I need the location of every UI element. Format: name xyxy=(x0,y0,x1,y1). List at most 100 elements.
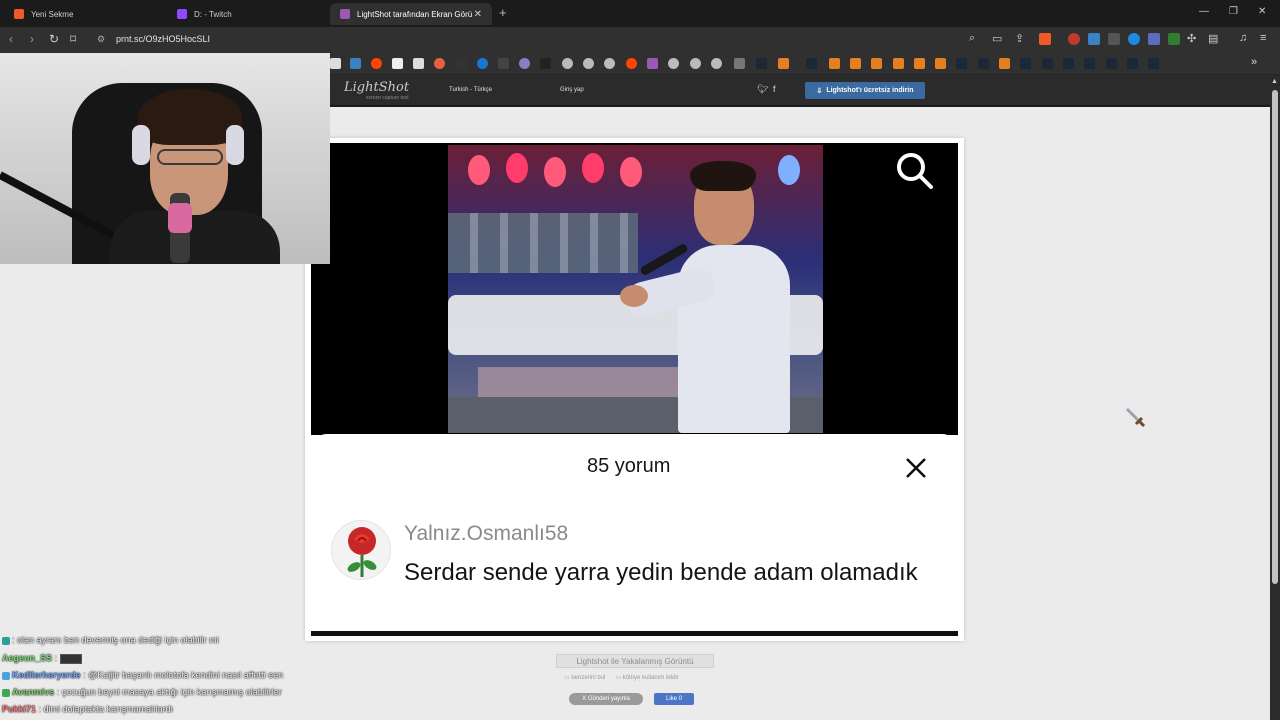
tab-bar: Yeni Sekme D: - Twitch LightShot tarafın… xyxy=(0,0,1280,27)
tab-twitch[interactable]: D: - Twitch xyxy=(167,3,327,25)
bookmark-folder-icon[interactable] xyxy=(734,58,745,69)
bookmark-icon[interactable] xyxy=(350,58,361,69)
close-icon xyxy=(906,458,926,478)
site-info-icon[interactable]: ⚙ xyxy=(97,34,105,45)
bookmark-steam-icon[interactable] xyxy=(956,58,967,69)
bookmark-icon[interactable] xyxy=(711,58,722,69)
language-selector[interactable]: Turkish - Türkçe xyxy=(449,87,492,93)
report-abuse-label: kötüye kullanım bildir xyxy=(622,675,679,681)
scrollbar-thumb[interactable] xyxy=(1272,90,1278,584)
scroll-up-icon[interactable]: ▲ xyxy=(1271,78,1278,85)
stage-light xyxy=(544,157,566,187)
extensions-puzzle-icon[interactable]: ✣ xyxy=(1187,32,1196,45)
brave-shield-icon[interactable] xyxy=(1039,33,1051,45)
bookmark-steam-icon[interactable] xyxy=(1148,58,1159,69)
tweet-label: Gönderi yayınla xyxy=(587,696,630,702)
lightshot-logo[interactable]: LightShot xyxy=(344,80,409,95)
image-actions: ▭ benzerini bul ▭ kötüye kullanım bildir xyxy=(564,674,679,681)
menu-icon[interactable]: ≡ xyxy=(1260,32,1266,44)
media-icon[interactable]: ♫ xyxy=(1239,32,1247,44)
bookmark-steam-icon[interactable] xyxy=(1084,58,1095,69)
share-icon[interactable]: ⇪ xyxy=(1015,32,1024,45)
close-window-icon[interactable]: ✕ xyxy=(1258,6,1266,17)
brave-icon xyxy=(14,9,24,19)
chat-message: Aegeun_SS : xyxy=(2,653,82,664)
login-link[interactable]: Giriş yap xyxy=(560,87,584,93)
chat-badge-icon xyxy=(2,636,10,645)
bookmark-icon[interactable] xyxy=(392,58,403,69)
minimize-icon[interactable]: — xyxy=(1199,6,1209,17)
chat-text: : olan ayranı ben devermiş ona dediği iç… xyxy=(12,635,219,645)
bookmark-icon[interactable] xyxy=(477,58,488,69)
bookmark-icon[interactable] xyxy=(914,58,925,69)
bookmark-icon[interactable] xyxy=(935,58,946,69)
bookmark-icon[interactable] xyxy=(583,58,594,69)
bookmark-icon[interactable]: ⌑ xyxy=(70,32,76,46)
bookmark-icon[interactable] xyxy=(871,58,882,69)
bookmark-icon[interactable] xyxy=(519,58,530,69)
find-similar-label: benzerini bul xyxy=(571,675,606,681)
bookmark-icon[interactable] xyxy=(540,58,551,69)
cast-icon[interactable]: ▭ xyxy=(992,32,1002,45)
extension-icon[interactable] xyxy=(1148,33,1160,45)
url-input[interactable]: prnt.sc/O9zHO5HocSLI xyxy=(116,34,210,44)
bookmark-steam-icon[interactable] xyxy=(1063,58,1074,69)
bookmark-icon[interactable] xyxy=(604,58,615,69)
bookmark-icon[interactable] xyxy=(647,58,658,69)
bookmark-icon[interactable] xyxy=(456,58,467,69)
bookmark-steam-icon[interactable] xyxy=(978,58,989,69)
tweet-button[interactable]: X Gönderi yayınla xyxy=(569,693,643,705)
stage-light xyxy=(620,157,642,187)
twitter-icon[interactable]: 🐦︎ xyxy=(757,84,768,95)
report-abuse-link[interactable]: ▭ kötüye kullanım bildir xyxy=(615,674,678,681)
bookmark-icon[interactable] xyxy=(668,58,679,69)
chat-message: : olan ayranı ben devermiş ona dediği iç… xyxy=(2,635,219,645)
bookmark-steam-icon[interactable] xyxy=(806,58,817,69)
bookmark-icon[interactable] xyxy=(690,58,701,69)
extension-icon[interactable] xyxy=(1128,33,1140,45)
comment-text: Serdar sende yarra yedin bende adam olam… xyxy=(404,559,918,586)
maximize-icon[interactable]: ❐ xyxy=(1229,6,1238,17)
facebook-icon[interactable]: f xyxy=(773,84,776,94)
bookmark-steam-icon[interactable] xyxy=(1106,58,1117,69)
tab-new-tab[interactable]: Yeni Sekme xyxy=(4,3,164,25)
tab-label: Yeni Sekme xyxy=(31,9,74,19)
bookmark-icon[interactable] xyxy=(413,58,424,69)
bookmark-steam-icon[interactable] xyxy=(1020,58,1031,69)
bookmark-icon[interactable] xyxy=(434,58,445,69)
bookmark-reddit-icon[interactable] xyxy=(371,58,382,69)
facebook-like-button[interactable]: Like 0 xyxy=(654,693,694,705)
bookmark-icon[interactable] xyxy=(562,58,573,69)
download-button[interactable]: ⇩ Lightshot'ı ücretsiz indirin xyxy=(805,82,925,99)
forward-icon[interactable]: › xyxy=(30,32,34,46)
reload-icon[interactable]: ↻ xyxy=(49,32,59,46)
extension-icon[interactable] xyxy=(1108,33,1120,45)
extension-icon[interactable] xyxy=(1168,33,1180,45)
bookmark-icon[interactable] xyxy=(999,58,1010,69)
extension-icon[interactable] xyxy=(1088,33,1100,45)
sword-cursor-icon xyxy=(1125,407,1146,428)
chat-username: Aegeun_SS xyxy=(2,653,53,663)
ublock-icon[interactable] xyxy=(1068,33,1080,45)
new-tab-button[interactable]: + xyxy=(499,5,507,20)
bookmark-steam-icon[interactable] xyxy=(1042,58,1053,69)
bookmark-icon[interactable] xyxy=(850,58,861,69)
more-bookmarks-icon[interactable]: » xyxy=(1251,56,1257,68)
bookmark-steam-icon[interactable] xyxy=(756,58,767,69)
close-tab-icon[interactable]: ✕ xyxy=(474,9,482,20)
bookmark-x-icon[interactable] xyxy=(330,58,341,69)
zoom-icon[interactable]: ⌕ xyxy=(969,32,975,45)
find-similar-link[interactable]: ▭ benzerini bul xyxy=(564,674,605,681)
back-icon[interactable]: ‹ xyxy=(9,32,13,46)
streamer-body xyxy=(110,211,280,264)
bookmark-icon[interactable] xyxy=(626,58,637,69)
sidebar-icon[interactable]: ▤ xyxy=(1208,32,1218,45)
bookmark-icon[interactable] xyxy=(778,58,789,69)
tab-lightshot[interactable]: LightShot tarafından Ekran Görü ✕ xyxy=(330,3,492,25)
bookmark-icon[interactable] xyxy=(893,58,904,69)
bookmark-icon[interactable] xyxy=(829,58,840,69)
tab-label: D: - Twitch xyxy=(194,9,232,19)
rose-icon xyxy=(347,527,377,577)
bookmark-steam-icon[interactable] xyxy=(1127,58,1138,69)
bookmark-icon[interactable] xyxy=(498,58,509,69)
